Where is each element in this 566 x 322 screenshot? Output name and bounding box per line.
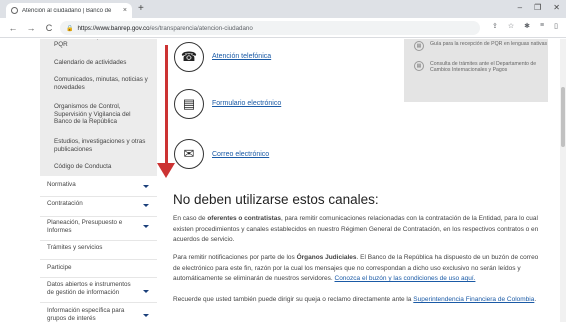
sidebar-subitem-pqr[interactable]: Mecanismo de presentación de PQR <box>54 39 150 48</box>
document-icon: ▦ <box>414 61 424 71</box>
page-scrollbar[interactable] <box>560 39 566 322</box>
guide-item-label: Guía para la recepción de PQR en lenguas… <box>430 41 548 47</box>
guide-item-pqr-lenguas[interactable]: ▦ Guía para la recepción de PQR en lengu… <box>414 41 547 51</box>
related-links-box: ▦ Guía para la recepción de PQR en lengu… <box>404 39 548 102</box>
sidebar-item-label: Planeación, Presupuesto e Informes <box>47 219 123 234</box>
favicon-icon <box>11 7 18 14</box>
bookmark-star-icon[interactable]: ☆ <box>508 22 514 30</box>
chevron-down-icon <box>143 225 149 228</box>
sidepanel-icon[interactable]: ▯ <box>554 22 558 30</box>
back-icon[interactable]: ← <box>8 23 18 33</box>
browser-tab[interactable]: Atención al ciudadano | Banco de × <box>6 3 132 18</box>
share-icon[interactable]: ⇪ <box>492 22 498 30</box>
chevron-down-icon <box>143 185 149 188</box>
sidebar-item-label: Participe <box>47 264 72 271</box>
page-heading: No deben utilizarse estos canales: <box>173 192 379 207</box>
close-window-icon[interactable]: ✕ <box>553 3 560 12</box>
sidebar-item-label: Información específica para grupos de in… <box>47 307 125 322</box>
sidebar-item-label: Normativa <box>47 181 76 188</box>
superintendencia-link[interactable]: Superintendencia Financiera de Colombia <box>413 296 534 303</box>
sidebar-item-grupos-interes[interactable]: Información específica para grupos de in… <box>40 307 157 322</box>
sidebar-item-participe[interactable]: Participe <box>40 264 157 278</box>
browser-tab-bar: Atención al ciudadano | Banco de × + – ❐… <box>0 0 566 18</box>
chevron-down-icon <box>143 204 149 207</box>
text: En caso de <box>173 215 208 222</box>
sidebar-subitem-calendario[interactable]: Calendario de actividades <box>54 59 150 67</box>
address-bar[interactable]: 🔒 https://www.banrep.gov.co /es/transpar… <box>60 21 480 35</box>
sidebar-item-contratacion[interactable]: Contratación <box>40 200 157 217</box>
form-icon: ▤ <box>174 89 204 119</box>
guide-item-cambios[interactable]: ▦ Consulta de trámites ante el Departame… <box>414 61 548 73</box>
phone-icon: ☎ <box>174 42 204 72</box>
tab-title: Atención al ciudadano | Banco de <box>22 7 112 14</box>
window-controls: – ❐ ✕ <box>518 3 560 12</box>
forward-icon[interactable]: → <box>26 23 36 33</box>
channel-link-correo[interactable]: Correo electrónico <box>212 151 269 158</box>
sidebar-subitem-estudios[interactable]: Estudios, investigaciones y otras public… <box>54 138 150 153</box>
bold-text: oferentes o contratistas <box>207 215 282 222</box>
sidebar-subitem-comunicados[interactable]: Comunicados, minutas, noticias y novedad… <box>54 76 150 91</box>
sidebar-item-label: Trámites y servicios <box>47 244 103 251</box>
reload-icon[interactable]: C <box>44 23 54 33</box>
sidebar: Mecanismo de presentación de PQR Calenda… <box>40 39 157 322</box>
sidebar-item-planeacion[interactable]: Planeación, Presupuesto e Informes <box>40 219 157 241</box>
chevron-down-icon <box>143 314 149 317</box>
sidebar-item-label: Datos abiertos e instrumentos de gestión… <box>47 281 131 296</box>
lock-icon: 🔒 <box>66 25 74 32</box>
document-icon: ▦ <box>414 41 424 51</box>
sidebar-item-label: Contratación <box>47 200 83 207</box>
extensions-icon[interactable]: ✱ <box>524 22 530 30</box>
browser-toolbar: ← → C ⌂ 🔒 https://www.banrep.gov.co /es/… <box>0 18 566 38</box>
toolbar-icons: ⇪ ☆ ✱ ≡ ▯ <box>492 22 558 30</box>
scrollbar-thumb[interactable] <box>561 87 565 147</box>
restore-icon[interactable]: ❐ <box>534 3 541 12</box>
bold-text: Órganos Judiciales <box>296 254 357 261</box>
red-arrow-annotation <box>165 45 168 165</box>
sidebar-subitem-organismos[interactable]: Organismos de Control, Supervisión y Vig… <box>54 103 150 126</box>
channel-link-telefonica[interactable]: Atención telefónica <box>212 53 271 60</box>
sidebar-subitem-codigo[interactable]: Código de Conducta <box>54 163 150 171</box>
new-tab-button[interactable]: + <box>138 3 144 15</box>
url-host: https://www.banrep.gov.co <box>77 24 150 32</box>
text: Recuerde que usted también puede dirigir… <box>173 296 414 303</box>
paragraph-superintendencia: Recuerde que usted también puede dirigir… <box>173 295 546 306</box>
sidebar-submenu: Mecanismo de presentación de PQR Calenda… <box>40 39 157 176</box>
minimize-icon[interactable]: – <box>518 3 522 12</box>
page-content: Mecanismo de presentación de PQR Calenda… <box>0 39 566 322</box>
sidebar-item-tramites[interactable]: Trámites y servicios <box>40 244 157 260</box>
buzon-link[interactable]: Conozca el buzón y las condiciones de us… <box>335 275 476 282</box>
sidebar-item-datos-abiertos[interactable]: Datos abiertos e instrumentos de gestión… <box>40 281 157 303</box>
red-arrow-head <box>157 163 175 178</box>
paragraph-organos-judiciales: Para remitir notificaciones por parte de… <box>173 253 546 285</box>
text: Para remitir notificaciones por parte de… <box>173 254 297 261</box>
text: . <box>534 296 537 303</box>
channel-link-formulario[interactable]: Formulario electrónico <box>212 100 281 107</box>
email-icon: ✉ <box>174 139 204 169</box>
tab-close-icon[interactable]: × <box>123 7 127 14</box>
sidebar-item-normativa[interactable]: Normativa <box>40 181 157 197</box>
paragraph-contratistas: En caso de oferentes o contratistas, par… <box>173 214 546 246</box>
chevron-down-icon <box>143 290 149 293</box>
menu-icon[interactable]: ≡ <box>540 22 544 30</box>
url-path: /es/transparencia/atencion-ciudadano <box>149 24 253 32</box>
guide-item-label: Consulta de trámites ante el Departament… <box>430 61 537 74</box>
